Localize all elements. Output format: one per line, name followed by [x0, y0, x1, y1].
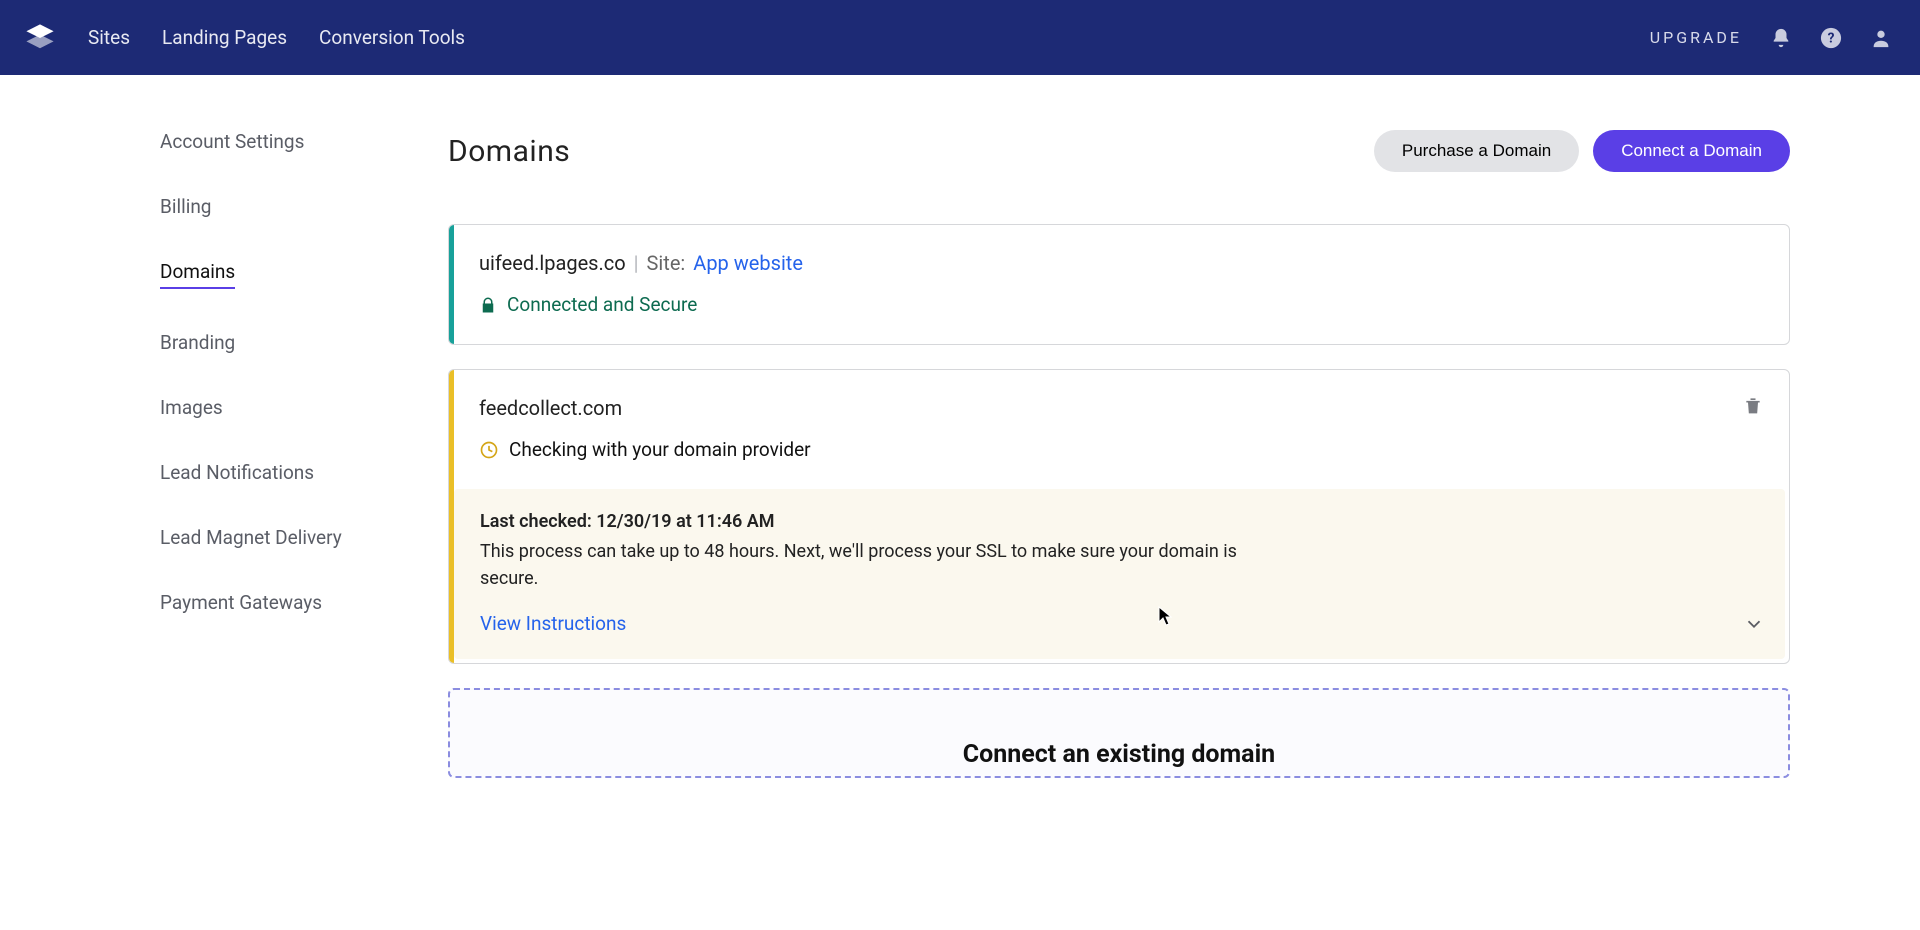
connect-existing-domain-box[interactable]: Connect an existing domain — [448, 688, 1790, 778]
trash-icon[interactable] — [1743, 394, 1763, 416]
domain-title-row: uifeed.lpages.co | Site: App website — [479, 251, 1759, 275]
app-logo[interactable] — [20, 18, 60, 58]
sidebar-item-billing[interactable]: Billing — [160, 195, 211, 218]
svg-text:?: ? — [1828, 30, 1835, 46]
purchase-domain-button[interactable]: Purchase a Domain — [1374, 130, 1579, 172]
page-body: Account Settings Billing Domains Brandin… — [0, 75, 1920, 778]
sidebar-item-branding[interactable]: Branding — [160, 331, 235, 354]
sidebar-item-payment-gateways[interactable]: Payment Gateways — [160, 591, 322, 614]
sidebar-item-lead-magnet-delivery[interactable]: Lead Magnet Delivery — [160, 526, 342, 549]
main-column: Domains Purchase a Domain Connect a Doma… — [440, 130, 1920, 778]
domain-status-row: Checking with your domain provider — [479, 438, 1759, 461]
layers-icon — [23, 21, 57, 55]
domain-name: uifeed.lpages.co — [479, 251, 626, 275]
top-navbar: Sites Landing Pages Conversion Tools UPG… — [0, 0, 1920, 75]
last-checked-label: Last checked: 12/30/19 at 11:46 AM — [480, 511, 1759, 532]
connect-existing-domain-heading: Connect an existing domain — [963, 740, 1275, 769]
help-icon[interactable]: ? — [1820, 27, 1842, 49]
domain-status-text: Connected and Secure — [507, 293, 697, 316]
account-icon[interactable] — [1870, 27, 1892, 49]
chevron-down-icon[interactable] — [1743, 613, 1765, 635]
sidebar-item-lead-notifications[interactable]: Lead Notifications — [160, 461, 314, 484]
domain-card: feedcollect.com Checking with your domai… — [448, 369, 1790, 664]
page-title: Domains — [448, 134, 570, 169]
view-instructions-link[interactable]: View Instructions — [480, 612, 626, 635]
page-header: Domains Purchase a Domain Connect a Doma… — [448, 130, 1790, 172]
primary-nav: Sites Landing Pages Conversion Tools — [88, 26, 465, 49]
domain-title-row: feedcollect.com — [479, 396, 1759, 420]
lock-icon — [479, 296, 497, 314]
domain-name: feedcollect.com — [479, 396, 622, 420]
card-status-stripe — [449, 225, 454, 344]
domain-status-text: Checking with your domain provider — [509, 438, 811, 461]
settings-sidebar: Account Settings Billing Domains Brandin… — [0, 130, 440, 778]
site-link[interactable]: App website — [693, 251, 803, 275]
domain-card: uifeed.lpages.co | Site: App website Con… — [448, 224, 1790, 345]
bell-icon[interactable] — [1770, 27, 1792, 49]
separator: | — [634, 251, 639, 275]
sidebar-item-images[interactable]: Images — [160, 396, 223, 419]
topbar-right-cluster: UPGRADE ? — [1650, 27, 1892, 49]
sidebar-item-account-settings[interactable]: Account Settings — [160, 130, 304, 153]
nav-link-conversion-tools[interactable]: Conversion Tools — [319, 26, 465, 49]
sidebar-item-domains[interactable]: Domains — [160, 260, 235, 289]
domain-card-footer: Last checked: 12/30/19 at 11:46 AM This … — [454, 489, 1785, 659]
header-actions: Purchase a Domain Connect a Domain — [1374, 130, 1790, 172]
nav-link-landing-pages[interactable]: Landing Pages — [162, 26, 287, 49]
nav-link-sites[interactable]: Sites — [88, 26, 130, 49]
connect-domain-button[interactable]: Connect a Domain — [1593, 130, 1790, 172]
clock-icon — [479, 440, 499, 460]
footer-description: This process can take up to 48 hours. Ne… — [480, 538, 1240, 592]
site-prefix-label: Site: — [647, 251, 686, 275]
upgrade-link[interactable]: UPGRADE — [1650, 28, 1742, 47]
domain-status-row: Connected and Secure — [479, 293, 1759, 316]
